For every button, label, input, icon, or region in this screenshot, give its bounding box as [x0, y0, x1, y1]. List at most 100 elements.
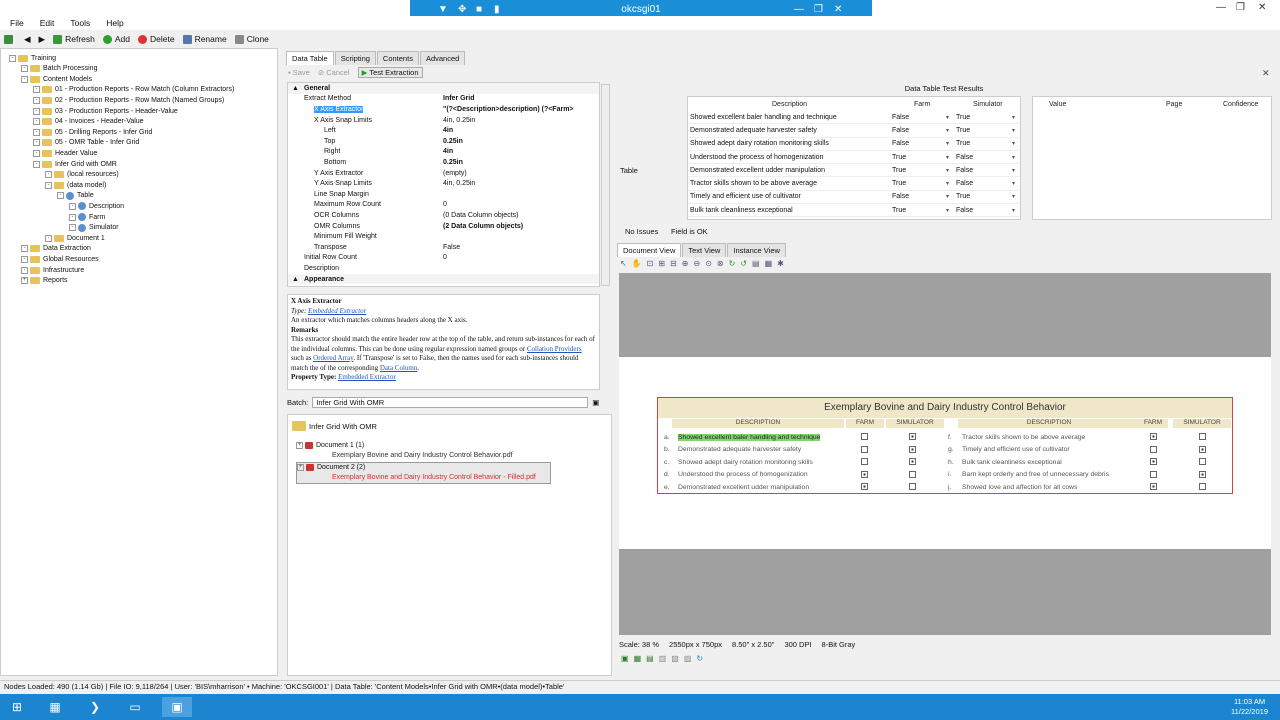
batch-document-1[interactable]: + Document 1 (1): [296, 440, 364, 450]
image-tool-5-icon[interactable]: ▧: [671, 654, 679, 663]
tree-item[interactable]: + Reports: [21, 276, 68, 286]
property-row[interactable]: X Axis Extractor "(?<Description>descript…: [288, 104, 599, 115]
tab-document-view[interactable]: Document View: [617, 243, 682, 257]
restore-icon[interactable]: ❐: [814, 4, 823, 15]
menu-help[interactable]: Help: [106, 18, 123, 28]
save-button[interactable]: ▪ Save: [288, 68, 310, 77]
powershell-icon[interactable]: ❯: [80, 697, 110, 717]
property-row[interactable]: OCR Columns (0 Data Column objects): [288, 210, 599, 221]
minimize-icon[interactable]: —: [1216, 2, 1226, 13]
print-icon[interactable]: ▤: [752, 259, 760, 268]
batch-select[interactable]: Infer Grid With OMR: [312, 396, 589, 408]
property-row[interactable]: Extract Method Infer Grid: [288, 94, 599, 105]
expand-toggle-icon[interactable]: -: [21, 266, 28, 274]
menu-edit[interactable]: Edit: [40, 18, 55, 28]
zoom-in-icon[interactable]: ⊕: [682, 259, 689, 268]
rotate-right-icon[interactable]: ↻: [729, 259, 736, 268]
expand-toggle-icon[interactable]: -: [33, 107, 40, 115]
cancel-button[interactable]: ⊘ Cancel: [318, 68, 350, 77]
collation-providers-link[interactable]: Collation Providers: [527, 345, 582, 353]
zoom-select-icon[interactable]: ⊙: [705, 259, 712, 268]
property-scrollbar[interactable]: [601, 84, 610, 286]
dropdown-icon[interactable]: ▾: [1012, 207, 1015, 214]
image-tool-4-icon[interactable]: ▥: [659, 654, 667, 663]
pan-icon[interactable]: ✋: [632, 259, 642, 268]
dropdown-icon[interactable]: ▾: [1012, 114, 1015, 121]
property-row[interactable]: OMR Columns (2 Data Column objects): [288, 221, 599, 232]
expand-toggle-icon[interactable]: -: [33, 128, 40, 136]
tab-scripting[interactable]: Scripting: [334, 51, 376, 65]
table-row[interactable]: Demonstrated adequate harvester safety Fa…: [688, 124, 1020, 138]
expand-toggle-icon[interactable]: -: [69, 202, 76, 210]
expand-toggle-icon[interactable]: -: [33, 118, 40, 126]
table-row[interactable]: Timely and efficient use of cultivator Fa…: [688, 191, 1020, 205]
category-appearance[interactable]: ▲ Appearance: [288, 273, 599, 285]
property-row[interactable]: Description: [288, 263, 599, 274]
data-column-link[interactable]: Data Column: [380, 364, 418, 372]
table-row[interactable]: Demonstrated excellent udder manipulatio…: [688, 164, 1020, 178]
tree-item[interactable]: - Content Models: [21, 74, 92, 84]
expand-toggle-icon[interactable]: -: [33, 160, 40, 168]
expand-toggle-icon[interactable]: -: [45, 181, 52, 189]
server-manager-icon[interactable]: ▦: [40, 697, 70, 717]
nav-back-icon[interactable]: ◀: [24, 34, 31, 45]
property-row[interactable]: X Axis Snap Limits 4in, 0.25in: [288, 115, 599, 126]
tab-advanced[interactable]: Advanced: [419, 51, 466, 65]
clone-button[interactable]: Clone: [234, 34, 269, 44]
save-image-icon[interactable]: ▦: [765, 259, 773, 268]
delete-button[interactable]: Delete: [137, 34, 175, 44]
expand-toggle-icon[interactable]: +: [21, 277, 28, 285]
add-button[interactable]: Add: [102, 34, 130, 44]
ordered-array-link[interactable]: Ordered Array: [313, 354, 353, 362]
property-row[interactable]: Maximum Row Count 0: [288, 200, 599, 211]
expand-toggle-icon[interactable]: -: [21, 75, 28, 83]
rename-button[interactable]: Rename: [182, 34, 227, 44]
tree-item[interactable]: -05 - Drilling Reports - Infer Grid: [33, 127, 152, 137]
property-row[interactable]: Top 0.25in: [288, 136, 599, 147]
property-row[interactable]: Y Axis Extractor (empty): [288, 168, 599, 179]
help-type-link[interactable]: Embedded Extractor: [308, 307, 366, 315]
tree-item[interactable]: - Document 1: [45, 233, 105, 243]
tree-item[interactable]: -05 - OMR Table - Infer Grid: [33, 138, 139, 148]
zoom-fit-icon[interactable]: ⊡: [647, 259, 654, 268]
rotate-left-icon[interactable]: ↺: [740, 259, 747, 268]
property-row[interactable]: Right 4in: [288, 147, 599, 158]
tree-item[interactable]: -01 - Production Reports - Row Match (Co…: [33, 85, 234, 95]
tree-item[interactable]: - Infrastructure: [21, 265, 84, 275]
test-extraction-button[interactable]: ▶ Test Extraction: [357, 67, 423, 78]
close-icon[interactable]: ✕: [1258, 2, 1266, 13]
tree-item[interactable]: - (local resources): [45, 170, 119, 180]
start-icon[interactable]: ⊞: [2, 697, 32, 717]
image-tool-1-icon[interactable]: ▣: [621, 654, 629, 663]
batch-root[interactable]: Infer Grid With OMR: [292, 421, 377, 431]
menu-tools[interactable]: Tools: [70, 18, 90, 28]
dropdown-icon[interactable]: ▾: [946, 140, 949, 147]
image-tool-2-icon[interactable]: ▦: [634, 654, 642, 663]
expand-toggle-icon[interactable]: -: [57, 192, 64, 200]
pointer-icon[interactable]: ↖: [620, 259, 627, 268]
dropdown-icon[interactable]: ▾: [946, 207, 949, 214]
tab-instance-view[interactable]: Instance View: [727, 243, 786, 257]
expand-toggle-icon[interactable]: -: [69, 224, 76, 232]
dropdown-icon[interactable]: ▾: [1012, 180, 1015, 187]
expand-toggle-icon[interactable]: -: [33, 149, 40, 157]
tree-item[interactable]: - Infer Grid with OMR: [33, 159, 117, 169]
nav-forward-icon[interactable]: ▶: [39, 34, 46, 45]
batch-options-icon[interactable]: ▣: [592, 398, 599, 407]
property-row[interactable]: Line Snap Margin: [288, 189, 599, 200]
table-row[interactable]: Showed excellent baler handling and tech…: [688, 111, 1020, 125]
close-icon[interactable]: ✕: [834, 4, 842, 15]
close-icon[interactable]: ✕: [1262, 68, 1270, 79]
tree-item[interactable]: - Batch Processing: [21, 64, 97, 74]
tree-item[interactable]: - Simulator: [69, 223, 119, 233]
zoom-out-icon[interactable]: ⊖: [693, 259, 700, 268]
property-row[interactable]: Minimum Fill Weight: [288, 231, 599, 242]
dropdown-icon[interactable]: ▾: [946, 193, 949, 200]
expand-toggle-icon[interactable]: -: [33, 96, 40, 104]
image-tool-3-icon[interactable]: ▤: [646, 654, 654, 663]
expand-toggle-icon[interactable]: -: [45, 171, 52, 179]
expand-toggle-icon[interactable]: -: [21, 245, 28, 253]
property-row[interactable]: Bottom 0.25in: [288, 157, 599, 168]
tree-item[interactable]: - Description: [69, 201, 124, 211]
tree-item[interactable]: -03 - Production Reports - Header-Value: [33, 106, 178, 116]
